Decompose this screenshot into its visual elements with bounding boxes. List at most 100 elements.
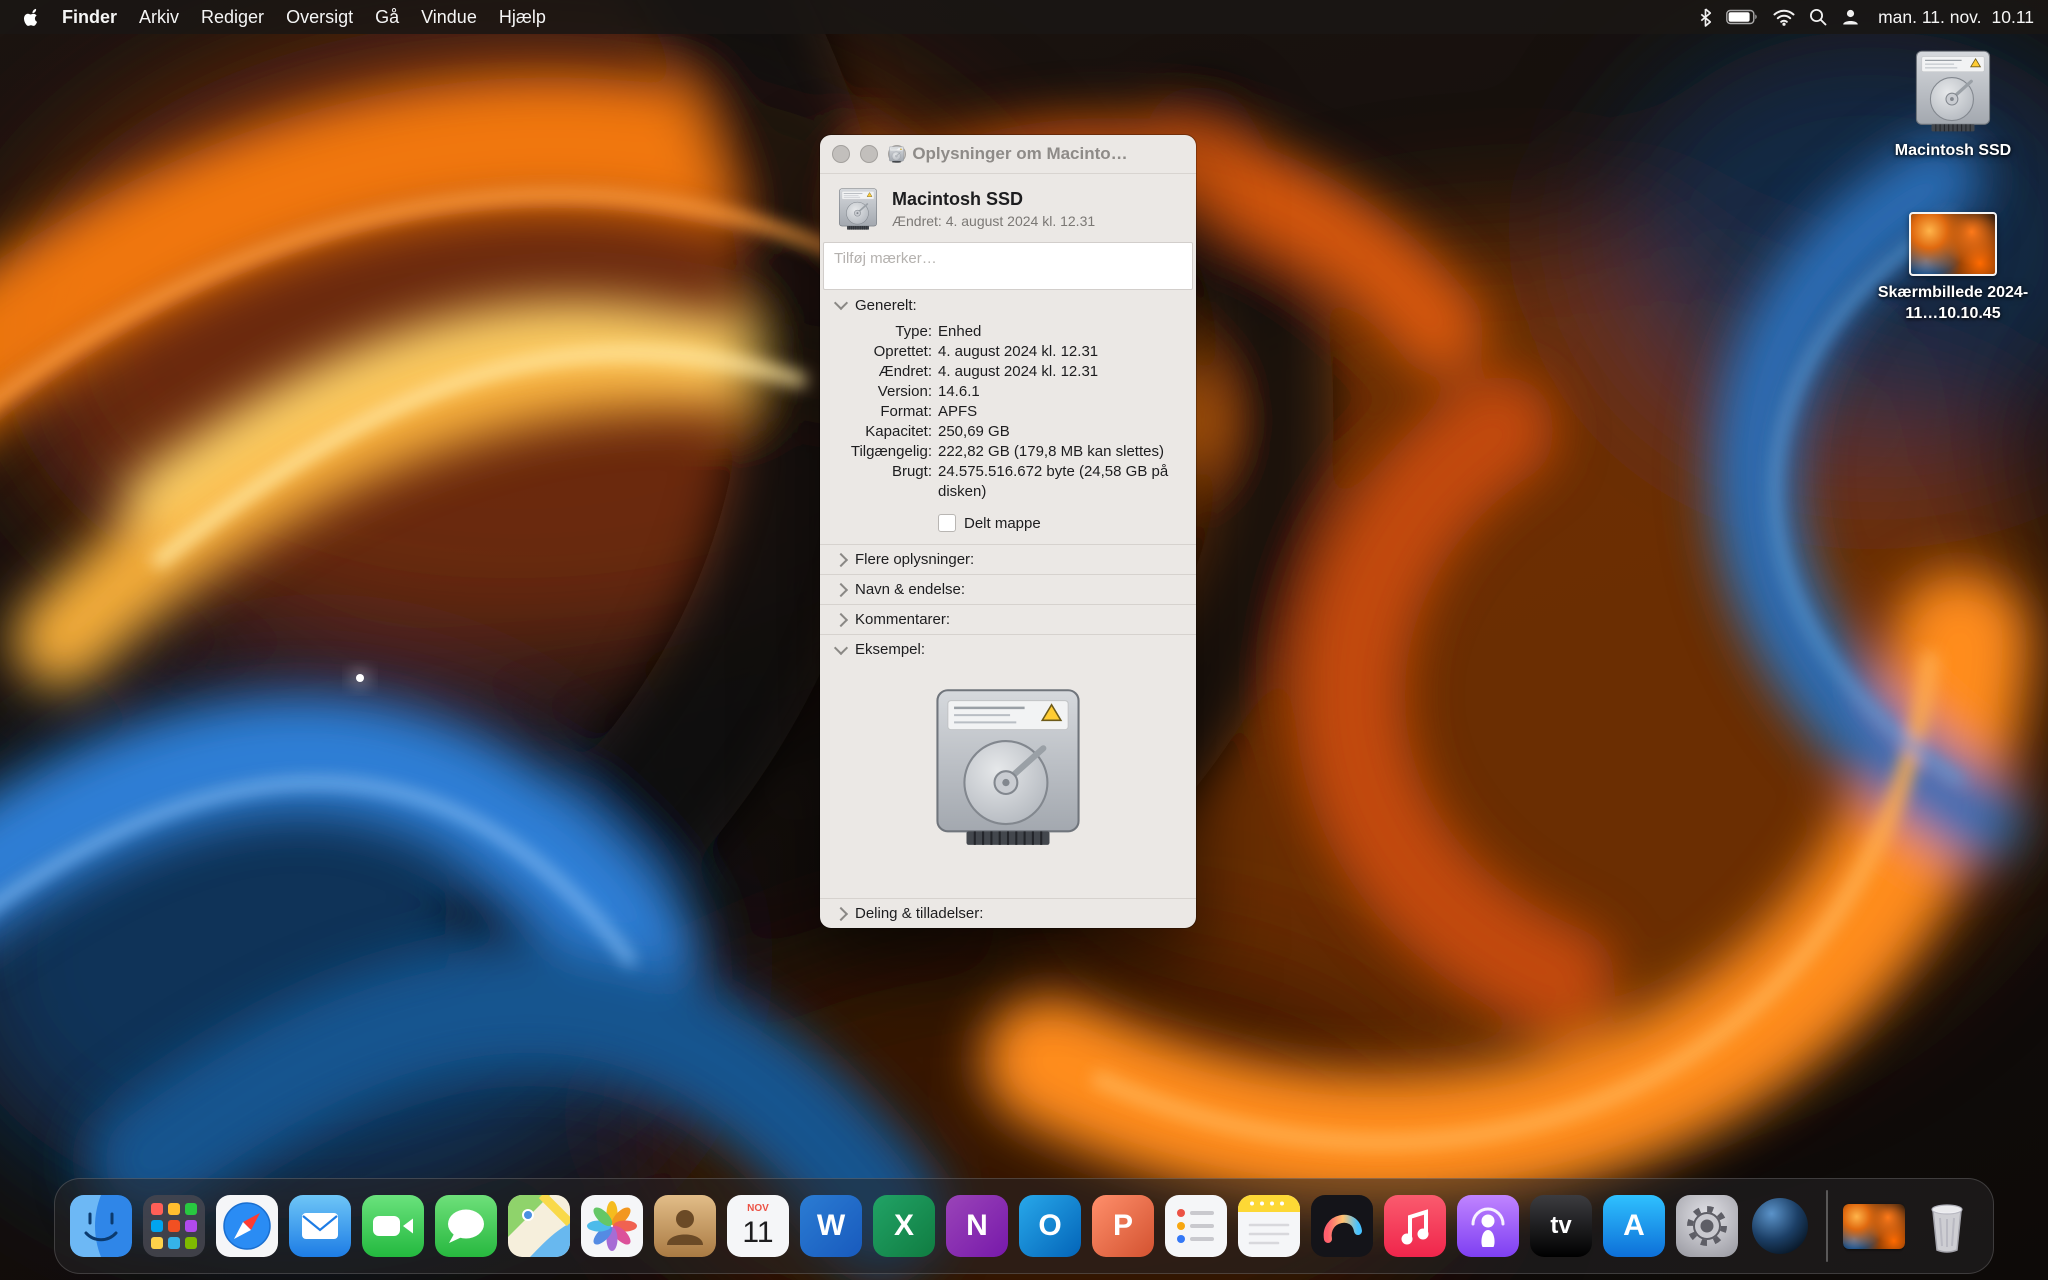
spotlight-search-icon[interactable] xyxy=(1809,8,1827,26)
dock-trash[interactable] xyxy=(1916,1195,1978,1257)
photos-pinwheel-icon xyxy=(581,1195,643,1257)
onenote-logo: N xyxy=(966,1209,988,1243)
dock-word[interactable]: W xyxy=(800,1195,862,1257)
section-label: Generelt: xyxy=(855,297,917,314)
dock-podcasts[interactable] xyxy=(1457,1195,1519,1257)
desktop-icon-screenshot[interactable]: Skærmbillede 2024-11…10.10.45 xyxy=(1868,212,2038,325)
menu-arkiv[interactable]: Arkiv xyxy=(128,0,190,34)
info-row-label: Brugt: xyxy=(820,462,932,502)
menubar-time: 10.11 xyxy=(1992,7,2035,28)
color-wave-icon xyxy=(1311,1195,1373,1257)
user-menu-icon[interactable] xyxy=(1841,8,1860,26)
dock-divider xyxy=(1826,1190,1828,1262)
screenshot-thumbnail xyxy=(1909,212,1997,276)
app-store-logo: A xyxy=(1623,1209,1645,1243)
desktop-icon-label: Skærmbillede 2024-11…10.10.45 xyxy=(1871,283,2035,325)
section-label: Deling & tilladelser: xyxy=(855,905,983,922)
section-general[interactable]: Generelt: xyxy=(820,290,1196,320)
outlook-logo: O xyxy=(1038,1209,1061,1243)
tags-input[interactable] xyxy=(823,242,1193,290)
menu-gaa[interactable]: Gå xyxy=(364,0,410,34)
desktop-icon-macintosh-ssd[interactable]: Macintosh SSD xyxy=(1868,48,2038,162)
info-row-label: Type: xyxy=(820,322,932,342)
menu-oversigt[interactable]: Oversigt xyxy=(275,0,364,34)
dock-notes[interactable] xyxy=(1238,1195,1300,1257)
hdd-preview-image xyxy=(925,684,1091,850)
dock-powerpoint[interactable]: P xyxy=(1092,1195,1154,1257)
section-label: Eksempel: xyxy=(855,641,925,658)
info-row: Format:APFS xyxy=(820,402,1196,422)
window-title: Oplysninger om Macinto… xyxy=(912,144,1127,164)
general-rows: Type:Enhed Oprettet:4. august 2024 kl. 1… xyxy=(820,320,1196,506)
info-header: Macintosh SSD Ændret: 4. august 2024 kl.… xyxy=(820,174,1196,242)
bluetooth-icon[interactable] xyxy=(1699,8,1712,27)
dock-mail[interactable] xyxy=(289,1195,351,1257)
menu-vindue[interactable]: Vindue xyxy=(410,0,488,34)
podcasts-icon xyxy=(1457,1195,1519,1257)
dock-facetime[interactable] xyxy=(362,1195,424,1257)
dock-minimized-window[interactable] xyxy=(1843,1195,1905,1257)
contacts-silhouette-icon xyxy=(654,1195,716,1257)
minimized-window-thumbnail xyxy=(1843,1204,1905,1249)
apple-menu[interactable] xyxy=(14,7,51,27)
dock-contacts[interactable] xyxy=(654,1195,716,1257)
music-note-icon xyxy=(1384,1195,1446,1257)
info-row-label: Oprettet: xyxy=(820,342,932,362)
section-sharing-permissions[interactable]: Deling & tilladelser: xyxy=(820,899,1196,928)
dock-apple-tv[interactable]: tv xyxy=(1530,1195,1592,1257)
dock-excel[interactable]: X xyxy=(873,1195,935,1257)
menu-finder[interactable]: Finder xyxy=(51,0,128,34)
globe-icon xyxy=(1752,1198,1808,1254)
dock-finder[interactable] xyxy=(70,1195,132,1257)
info-row: Tilgængelig:222,82 GB (179,8 MB kan slet… xyxy=(820,442,1196,462)
menubar-clock[interactable]: man. 11. nov. 10.11 xyxy=(1874,7,2034,28)
info-row: Ændret:4. august 2024 kl. 12.31 xyxy=(820,362,1196,382)
dock-app-store[interactable]: A xyxy=(1603,1195,1665,1257)
dock-music[interactable] xyxy=(1384,1195,1446,1257)
window-titlebar[interactable]: Oplysninger om Macinto… xyxy=(820,135,1196,174)
dock-graphics-app[interactable] xyxy=(1311,1195,1373,1257)
close-button[interactable] xyxy=(832,145,850,163)
shared-folder-checkbox[interactable] xyxy=(938,514,956,532)
dock-messages[interactable] xyxy=(435,1195,497,1257)
chevron-right-icon xyxy=(834,612,848,626)
menu-hjaelp[interactable]: Hjælp xyxy=(488,0,557,34)
finder-icon xyxy=(70,1195,132,1257)
info-row-label: Ændret: xyxy=(820,362,932,382)
dock-safari[interactable] xyxy=(216,1195,278,1257)
maps-icon xyxy=(508,1195,570,1257)
zoom-button[interactable] xyxy=(888,145,906,163)
minimize-button[interactable] xyxy=(860,145,878,163)
dock-system-settings[interactable] xyxy=(1676,1195,1738,1257)
dock-outlook[interactable]: O xyxy=(1019,1195,1081,1257)
dock-launchpad[interactable] xyxy=(143,1195,205,1257)
menubar-date: man. 11. nov. xyxy=(1878,7,1981,28)
section-more-info[interactable]: Flere oplysninger: xyxy=(820,545,1196,574)
dock-onenote[interactable]: N xyxy=(946,1195,1008,1257)
info-row-value: 250,69 GB xyxy=(938,422,1196,442)
info-row-value: 24.575.516.672 byte (24,58 GB på disken) xyxy=(938,462,1196,502)
dock: NOV 11 W X N O P xyxy=(54,1178,1994,1274)
shared-folder-label: Delt mappe xyxy=(964,515,1041,532)
section-label: Navn & endelse: xyxy=(855,581,965,598)
info-row: Kapacitet:250,69 GB xyxy=(820,422,1196,442)
chevron-right-icon xyxy=(834,906,848,920)
section-name-extension[interactable]: Navn & endelse: xyxy=(820,575,1196,604)
info-row: Type:Enhed xyxy=(820,322,1196,342)
dock-photos[interactable] xyxy=(581,1195,643,1257)
info-row: Version:14.6.1 xyxy=(820,382,1196,402)
dock-globe-browser[interactable] xyxy=(1749,1195,1811,1257)
chevron-down-icon xyxy=(834,640,848,654)
section-comments[interactable]: Kommentarer: xyxy=(820,605,1196,634)
apple-logo-icon xyxy=(24,7,41,27)
info-row-label: Tilgængelig: xyxy=(820,442,932,462)
dock-maps[interactable] xyxy=(508,1195,570,1257)
battery-icon[interactable] xyxy=(1726,9,1759,25)
dock-calendar[interactable]: NOV 11 xyxy=(727,1195,789,1257)
section-label: Flere oplysninger: xyxy=(855,551,974,568)
menu-rediger[interactable]: Rediger xyxy=(190,0,275,34)
dock-reminders[interactable] xyxy=(1165,1195,1227,1257)
section-preview[interactable]: Eksempel: xyxy=(820,635,1196,664)
wifi-icon[interactable] xyxy=(1773,9,1795,26)
get-info-window: Oplysninger om Macinto… Macintosh SSD Æn… xyxy=(820,135,1196,928)
